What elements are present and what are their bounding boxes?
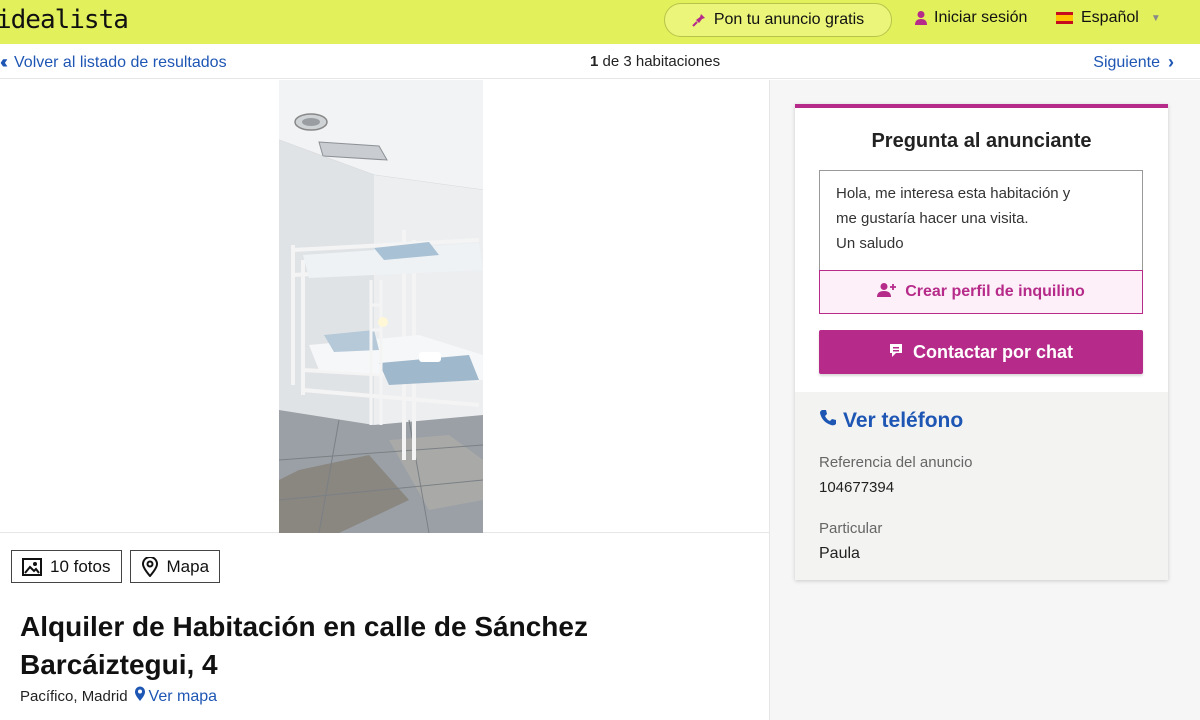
language-label: Español	[1081, 9, 1139, 26]
contact-card: Pregunta al anunciante Hola, me interesa…	[795, 104, 1168, 580]
counter-rest: de 3 habitaciones	[602, 53, 721, 70]
contact-chat-label: Contactar por chat	[912, 341, 1074, 362]
next-link[interactable]: Siguiente ›	[1093, 52, 1174, 73]
advertiser-type: Particular	[819, 520, 883, 537]
idealista-logo[interactable]: idealista	[0, 5, 129, 35]
add-user-icon	[877, 282, 897, 303]
user-icon	[914, 10, 928, 26]
message-line-3: Un saludo	[836, 235, 904, 252]
listing-location: Pacífico, Madrid Ver mapa	[20, 686, 217, 707]
location-text: Pacífico, Madrid	[20, 688, 128, 705]
publish-ad-button[interactable]: Pon tu anuncio gratis	[664, 3, 892, 37]
spain-flag-icon	[1056, 12, 1073, 24]
message-line-1: Hola, me interesa esta habitación y	[836, 185, 1071, 202]
language-selector[interactable]: Español ▼	[1056, 9, 1161, 27]
main-photo[interactable]	[279, 80, 483, 533]
view-map-link[interactable]: Ver mapa	[134, 686, 217, 707]
map-button[interactable]: Mapa	[129, 550, 221, 583]
chevron-down-icon: ▼	[1150, 12, 1161, 24]
view-phone-link[interactable]: Ver teléfono	[819, 409, 963, 433]
view-map-label: Ver mapa	[148, 687, 218, 705]
login-label: Iniciar sesión	[934, 9, 1028, 26]
chevron-right-icon: ›	[1168, 52, 1174, 72]
listing-title: Alquiler de Habitación en calle de Sánch…	[20, 611, 588, 680]
listing-navigation: ‹‹ Volver al listado de resultados 1 de …	[0, 44, 1200, 79]
double-chevron-left-icon: ‹‹	[0, 52, 8, 72]
photos-count-label: 10 fotos	[50, 556, 111, 576]
advertiser-name: Paula	[819, 545, 860, 562]
photo-gallery	[0, 80, 769, 533]
map-pin-icon	[141, 556, 159, 577]
pin-icon	[692, 13, 706, 27]
create-tenant-profile-label: Crear perfil de inquilino	[905, 283, 1085, 300]
chat-icon	[889, 342, 905, 363]
result-counter: 1 de 3 habitaciones	[590, 53, 720, 70]
photos-button[interactable]: 10 fotos	[11, 550, 122, 583]
counter-current: 1	[590, 53, 599, 70]
gallery-buttons: 10 fotos Mapa	[11, 550, 221, 583]
back-to-results-label: Volver al listado de resultados	[14, 53, 227, 71]
back-to-results-link[interactable]: ‹‹ Volver al listado de resultados	[0, 52, 227, 73]
image-icon	[22, 557, 42, 576]
phone-icon	[819, 409, 837, 433]
reference-label: Referencia del anuncio	[819, 454, 973, 471]
publish-ad-label: Pon tu anuncio gratis	[713, 11, 865, 28]
message-textarea[interactable]: Hola, me interesa esta habitación y me g…	[819, 170, 1143, 271]
location-pin-icon	[134, 686, 146, 707]
view-phone-label: Ver teléfono	[843, 409, 964, 432]
contact-chat-button[interactable]: Contactar por chat	[819, 330, 1143, 374]
contact-title: Pregunta al anunciante	[871, 130, 1092, 152]
top-header: idealista Pon tu anuncio gratis Iniciar …	[0, 0, 1200, 44]
create-tenant-profile-button[interactable]: Crear perfil de inquilino	[819, 270, 1143, 314]
reference-value: 104677394	[819, 479, 895, 496]
map-label: Mapa	[166, 556, 210, 576]
next-label: Siguiente	[1093, 53, 1160, 71]
advertiser-info: Ver teléfono Referencia del anuncio 1046…	[795, 392, 1168, 580]
login-link[interactable]: Iniciar sesión	[914, 9, 1027, 27]
listing-main: 10 fotos Mapa Alquiler de Habitación en …	[0, 80, 770, 720]
message-line-2: me gustaría hacer una visita.	[836, 210, 1029, 227]
